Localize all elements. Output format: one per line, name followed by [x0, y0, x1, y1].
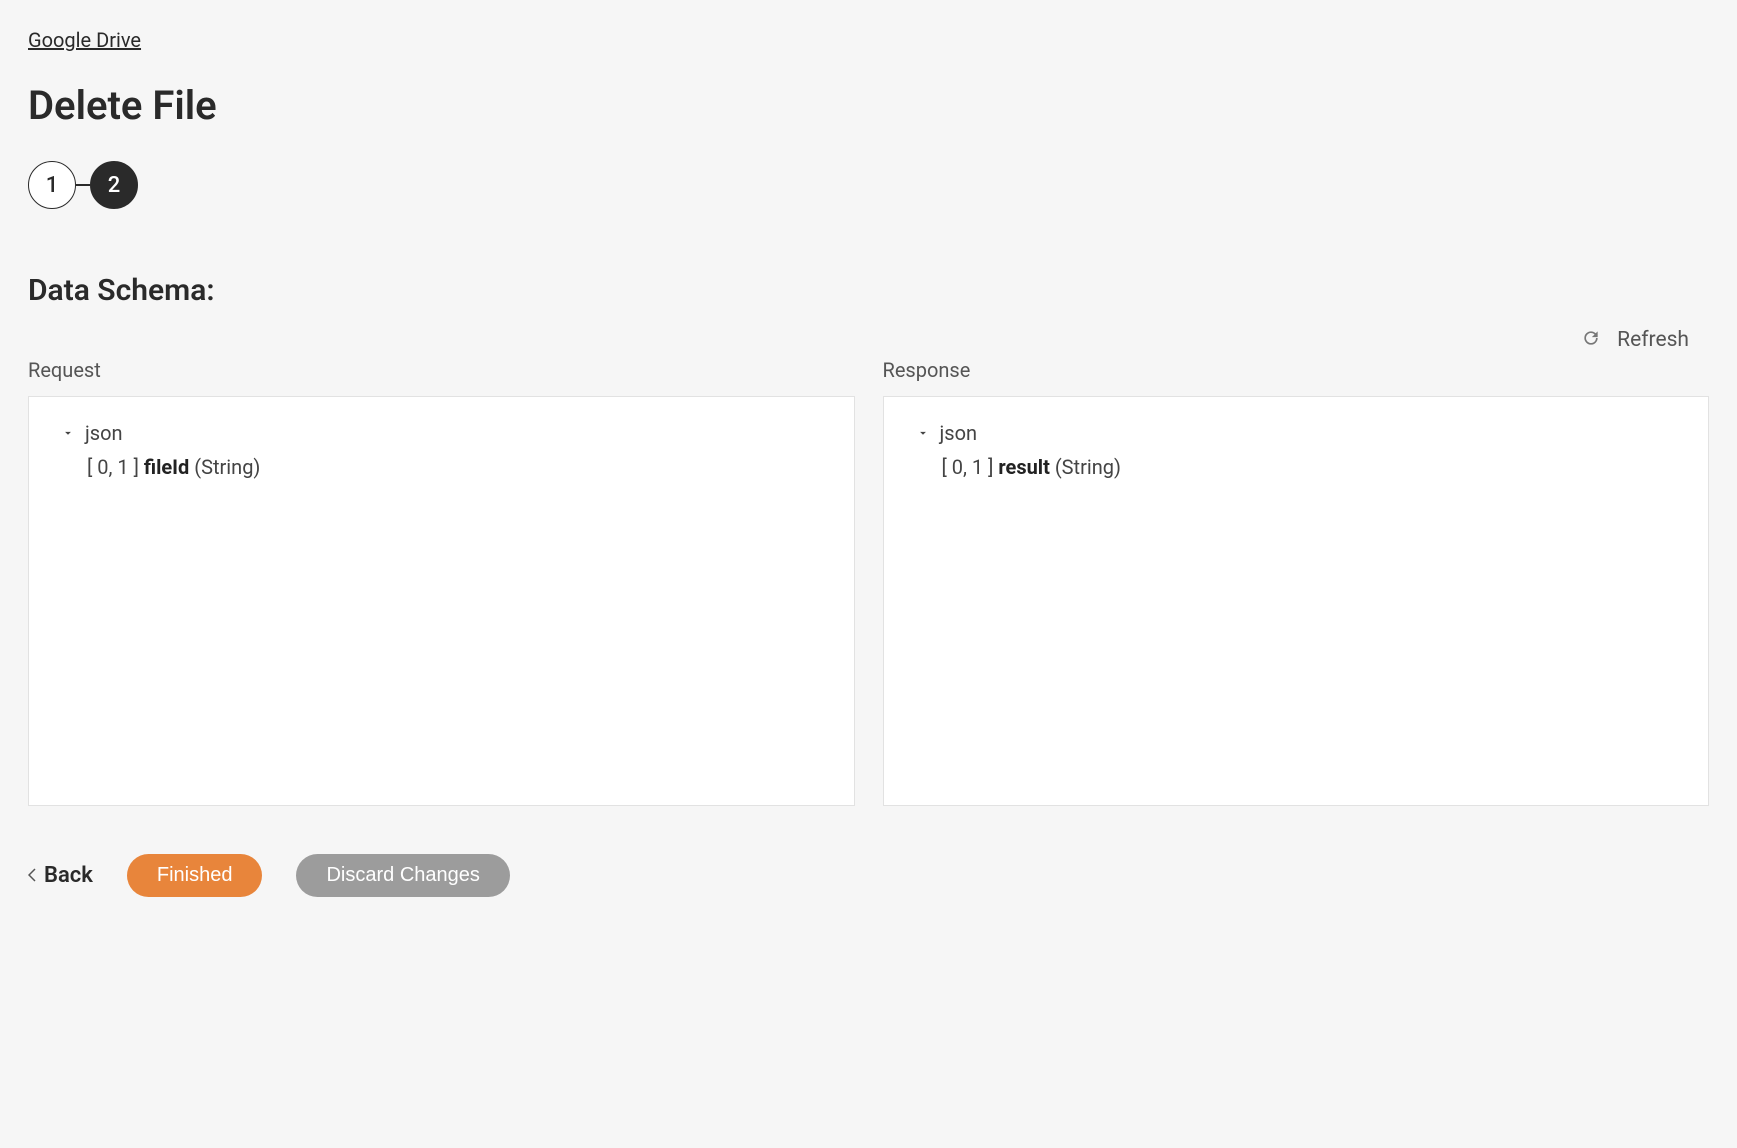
- response-field-cardinality: [ 0, 1 ]: [942, 455, 994, 479]
- request-field-cardinality: [ 0, 1 ]: [87, 455, 139, 479]
- request-label: Request: [28, 358, 855, 382]
- page-title: Delete File: [28, 82, 1709, 129]
- chevron-down-icon: [61, 421, 75, 445]
- stepper: 1 2: [28, 161, 1709, 209]
- request-field-name: fileId: [144, 455, 189, 479]
- section-title: Data Schema:: [28, 273, 1709, 308]
- step-connector: [76, 184, 90, 186]
- refresh-icon[interactable]: [1581, 328, 1601, 352]
- request-root-label: json: [85, 421, 123, 445]
- response-label: Response: [883, 358, 1710, 382]
- discard-changes-button[interactable]: Discard Changes: [296, 854, 509, 897]
- chevron-left-icon: [28, 863, 36, 888]
- back-button[interactable]: Back: [28, 863, 93, 888]
- response-field-row: [ 0, 1 ] result (String): [916, 455, 1677, 479]
- breadcrumb-link[interactable]: Google Drive: [28, 28, 141, 52]
- response-schema-box: json [ 0, 1 ] result (String): [883, 396, 1710, 806]
- response-root-row[interactable]: json: [916, 421, 1677, 445]
- response-field-type: (String): [1055, 455, 1121, 479]
- request-schema-box: json [ 0, 1 ] fileId (String): [28, 396, 855, 806]
- response-field-name: result: [998, 455, 1049, 479]
- step-2[interactable]: 2: [90, 161, 138, 209]
- request-field-type: (String): [194, 455, 260, 479]
- chevron-down-icon: [916, 421, 930, 445]
- step-1[interactable]: 1: [28, 161, 76, 209]
- request-root-row[interactable]: json: [61, 421, 822, 445]
- refresh-button[interactable]: Refresh: [1617, 328, 1689, 352]
- response-root-label: json: [940, 421, 978, 445]
- request-field-row: [ 0, 1 ] fileId (String): [61, 455, 822, 479]
- back-label: Back: [44, 863, 93, 888]
- finished-button[interactable]: Finished: [127, 854, 263, 897]
